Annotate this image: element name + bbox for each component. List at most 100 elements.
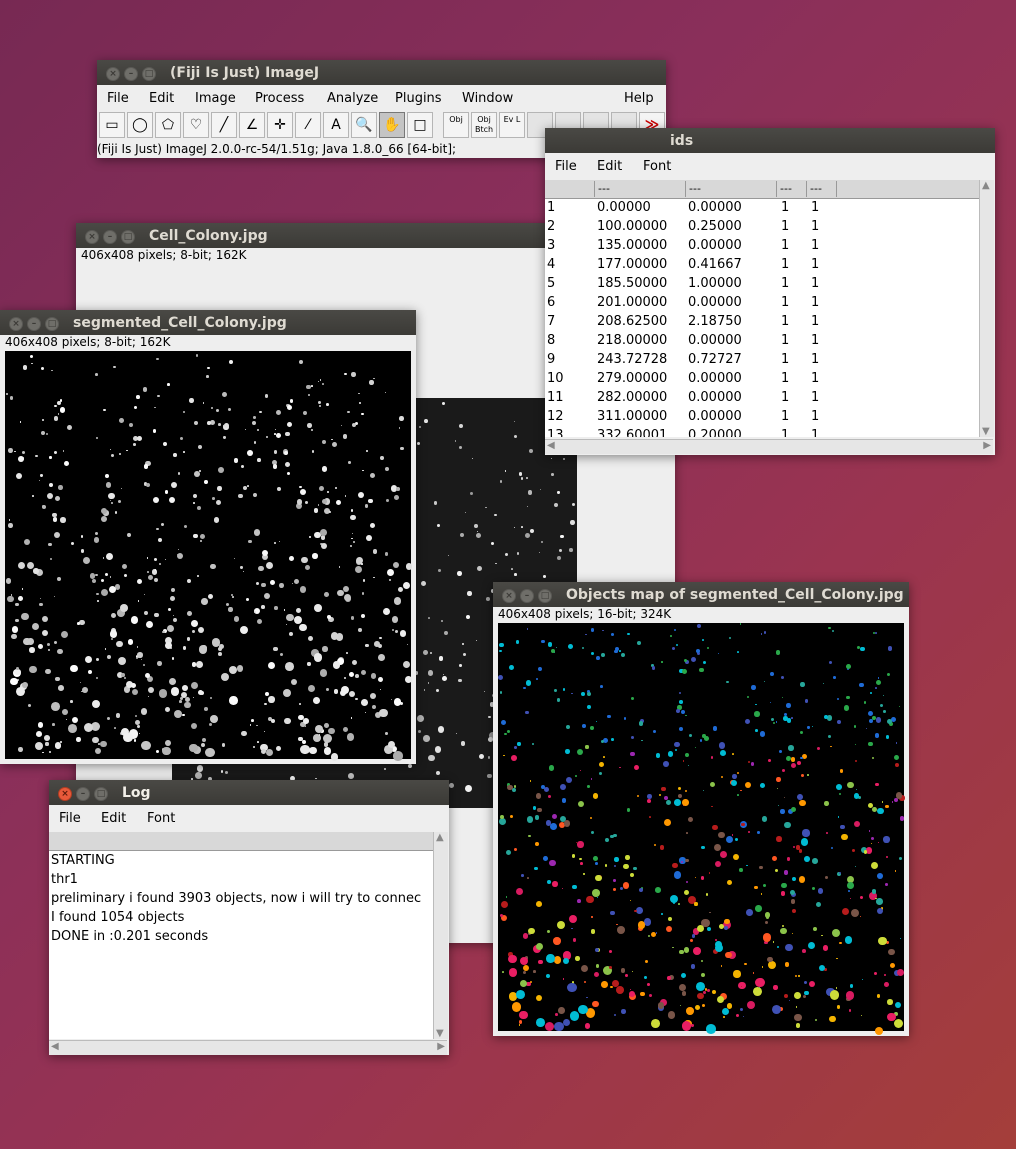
cell-blob xyxy=(800,773,805,778)
cell-blob xyxy=(855,866,857,868)
close-icon[interactable]: × xyxy=(502,589,516,603)
maximize-icon[interactable]: □ xyxy=(45,317,59,331)
text-tool[interactable]: A xyxy=(323,112,349,138)
menu-help[interactable]: Help xyxy=(624,91,654,106)
menu-edit[interactable]: Edit xyxy=(101,811,126,826)
obj-batch-tool[interactable]: Obj Btch xyxy=(471,112,497,138)
log-window[interactable]: × – □ Log File Edit Font STARTING thr1 p… xyxy=(49,780,449,1055)
menu-plugins[interactable]: Plugins xyxy=(395,91,442,106)
segmented-titlebar[interactable]: × – □ segmented_Cell_Colony.jpg xyxy=(0,310,416,335)
vertical-scrollbar[interactable]: ▲ ▼ xyxy=(979,180,994,437)
vertical-scrollbar[interactable]: ▲ ▼ xyxy=(433,832,448,1039)
maximize-icon[interactable]: □ xyxy=(142,67,156,81)
results-titlebar[interactable]: ids xyxy=(545,128,995,153)
table-row[interactable]: 8 218.00000 0.00000 1 1 xyxy=(545,332,979,351)
close-icon[interactable]: × xyxy=(85,230,99,244)
scroll-left-icon[interactable]: ◀ xyxy=(547,440,555,451)
close-icon[interactable]: × xyxy=(9,317,23,331)
table-cell: 208.62500 xyxy=(597,314,668,329)
menu-edit[interactable]: Edit xyxy=(597,159,622,174)
freehand-tool[interactable]: ♡ xyxy=(183,112,209,138)
objects-map-titlebar[interactable]: × – □ Objects map of segmented_Cell_Colo… xyxy=(493,582,909,607)
horizontal-scrollbar[interactable]: ◀ ▶ xyxy=(49,1040,447,1055)
scroll-right-icon[interactable]: ▶ xyxy=(437,1041,445,1052)
table-row[interactable]: 6 201.00000 0.00000 1 1 xyxy=(545,294,979,313)
maximize-icon[interactable]: □ xyxy=(94,787,108,801)
line-tool[interactable]: ╱ xyxy=(211,112,237,138)
table-row[interactable]: 2 100.00000 0.25000 1 1 xyxy=(545,218,979,237)
hand-tool[interactable]: ✋ xyxy=(379,112,405,138)
column-header[interactable]: --- xyxy=(807,181,837,197)
cell-blob xyxy=(797,761,802,766)
cell-blob xyxy=(616,925,625,934)
rectangle-tool[interactable]: ▭ xyxy=(99,112,125,138)
table-row[interactable]: 7 208.62500 2.18750 1 1 xyxy=(545,313,979,332)
menu-window[interactable]: Window xyxy=(462,91,513,106)
scroll-down-icon[interactable]: ▼ xyxy=(436,1028,444,1039)
menu-font[interactable]: Font xyxy=(643,159,671,174)
table-row[interactable]: 4 177.00000 0.41667 1 1 xyxy=(545,256,979,275)
horizontal-scrollbar[interactable]: ◀ ▶ xyxy=(545,439,993,454)
table-row[interactable]: 5 185.50000 1.00000 1 1 xyxy=(545,275,979,294)
minimize-icon[interactable]: – xyxy=(520,589,534,603)
obj-plugin-tool[interactable]: Obj xyxy=(443,112,469,138)
scroll-right-icon[interactable]: ▶ xyxy=(983,440,991,451)
maximize-icon[interactable]: □ xyxy=(121,230,135,244)
scroll-up-icon[interactable]: ▲ xyxy=(982,180,990,191)
cell-blob xyxy=(256,618,262,624)
menu-process[interactable]: Process xyxy=(255,91,304,106)
menu-file[interactable]: File xyxy=(555,159,577,174)
imagej-titlebar[interactable]: × – □ (Fiji Is Just) ImageJ xyxy=(97,60,666,85)
scroll-down-icon[interactable]: ▼ xyxy=(982,426,990,437)
column-header[interactable]: --- xyxy=(686,181,777,197)
maximize-icon[interactable]: □ xyxy=(538,589,552,603)
ev-l-tool[interactable]: Ev L xyxy=(499,112,525,138)
table-row[interactable]: 12 311.00000 0.00000 1 1 xyxy=(545,408,979,427)
color-picker-tool[interactable]: □ xyxy=(407,112,433,138)
table-row[interactable]: 9 243.72728 0.72727 1 1 xyxy=(545,351,979,370)
cell-blob xyxy=(366,449,369,453)
objects-map-image[interactable] xyxy=(498,623,905,1035)
column-header[interactable]: --- xyxy=(595,181,686,197)
table-row[interactable]: 11 282.00000 0.00000 1 1 xyxy=(545,389,979,408)
cell-blob xyxy=(754,729,758,732)
point-tool[interactable]: ✛ xyxy=(267,112,293,138)
menu-edit[interactable]: Edit xyxy=(149,91,174,106)
minimize-icon[interactable]: – xyxy=(27,317,41,331)
menu-font[interactable]: Font xyxy=(147,811,175,826)
cell-blob xyxy=(754,885,759,890)
objects-map-window[interactable]: × – □ Objects map of segmented_Cell_Colo… xyxy=(493,582,909,1036)
scroll-left-icon[interactable]: ◀ xyxy=(51,1041,59,1052)
menu-image[interactable]: Image xyxy=(195,91,236,106)
cell-blob xyxy=(31,362,33,365)
wand-tool[interactable]: ⁄ xyxy=(295,112,321,138)
oval-tool[interactable]: ◯ xyxy=(127,112,153,138)
table-row[interactable]: 13 332.60001 0.20000 1 1 xyxy=(545,427,979,437)
angle-tool[interactable]: ∠ xyxy=(239,112,265,138)
menu-file[interactable]: File xyxy=(107,91,129,106)
minimize-icon[interactable]: – xyxy=(124,67,138,81)
cell-blob xyxy=(788,745,794,751)
menu-file[interactable]: File xyxy=(59,811,81,826)
results-window[interactable]: ids File Edit Font --- --- --- --- 1 0.00… xyxy=(545,128,995,455)
segmented-image[interactable] xyxy=(5,351,413,761)
minimize-icon[interactable]: – xyxy=(103,230,117,244)
cell-blob xyxy=(455,732,457,734)
cell-blob xyxy=(863,850,868,854)
table-row[interactable]: 10 279.00000 0.00000 1 1 xyxy=(545,370,979,389)
log-text-area[interactable]: STARTING thr1 preliminary i found 3903 o… xyxy=(49,851,435,1039)
column-header[interactable] xyxy=(545,181,595,197)
column-header[interactable]: --- xyxy=(777,181,807,197)
minimize-icon[interactable]: – xyxy=(76,787,90,801)
magnifier-tool[interactable]: 🔍 xyxy=(351,112,377,138)
polygon-tool[interactable]: ⬠ xyxy=(155,112,181,138)
segmented-window[interactable]: × – □ segmented_Cell_Colony.jpg 406x408 … xyxy=(0,310,416,764)
menu-analyze[interactable]: Analyze xyxy=(327,91,378,106)
scroll-up-icon[interactable]: ▲ xyxy=(436,832,444,843)
close-icon[interactable]: × xyxy=(58,787,72,801)
table-row[interactable]: 3 135.00000 0.00000 1 1 xyxy=(545,237,979,256)
table-row[interactable]: 1 0.00000 0.00000 1 1 xyxy=(545,199,979,218)
close-icon[interactable]: × xyxy=(106,67,120,81)
table-body[interactable]: 1 0.00000 0.00000 1 1 2 100.00000 0.25000 1 1 3 135… xyxy=(545,199,979,437)
log-titlebar[interactable]: × – □ Log xyxy=(49,780,449,805)
